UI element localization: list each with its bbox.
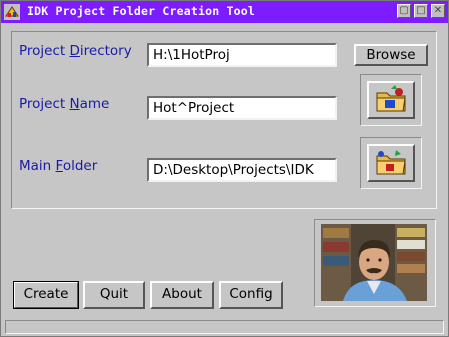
restore-button[interactable]: ▢ xyxy=(397,4,411,18)
project-directory-input[interactable]: H:\1HotProj xyxy=(147,43,337,67)
close-button[interactable]: ✕ xyxy=(431,4,445,18)
app-window: IDK Project Folder Creation Tool ▢ □ ✕ P… xyxy=(0,0,449,337)
title-bar[interactable]: IDK Project Folder Creation Tool ▢ □ ✕ xyxy=(1,1,448,23)
project-name-label: Project Name xyxy=(19,96,110,112)
status-bar xyxy=(5,320,444,334)
create-button[interactable]: Create xyxy=(13,281,79,309)
window-title: IDK Project Folder Creation Tool xyxy=(27,4,255,18)
quit-button[interactable]: Quit xyxy=(83,281,145,309)
browse-button[interactable]: Browse xyxy=(354,44,428,66)
about-button[interactable]: About xyxy=(150,281,214,309)
main-folder-label: Main Folder xyxy=(19,158,98,174)
main-folder-input[interactable]: D:\Desktop\Projects\IDK xyxy=(147,158,337,182)
project-directory-label: Project Directory xyxy=(19,43,132,59)
maximize-button[interactable]: □ xyxy=(414,4,428,18)
folder-icon xyxy=(376,150,406,175)
config-button[interactable]: Config xyxy=(219,281,283,309)
folder-icon xyxy=(376,85,406,112)
main-folder-button[interactable] xyxy=(367,144,415,182)
app-icon[interactable] xyxy=(4,4,20,20)
author-photo xyxy=(321,224,427,301)
person-photo-icon xyxy=(321,224,427,301)
project-folder-button[interactable] xyxy=(367,81,415,119)
project-name-input[interactable]: Hot^Project xyxy=(147,96,337,120)
